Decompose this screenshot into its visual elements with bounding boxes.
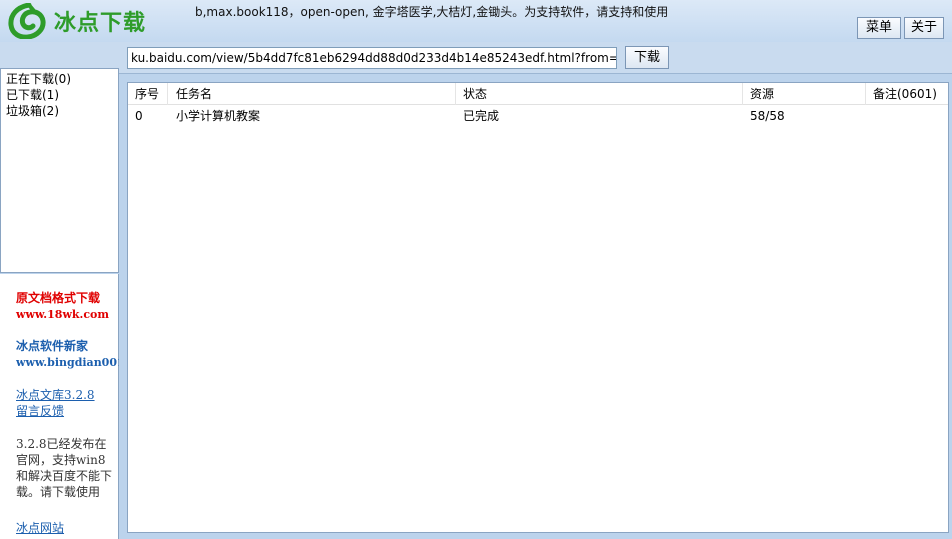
download-button[interactable]: 下载 — [625, 46, 669, 69]
column-header-index[interactable]: 序号 — [128, 83, 168, 105]
about-button[interactable]: 关于 — [904, 17, 944, 39]
website-link[interactable]: 冰点网站 — [16, 519, 64, 536]
app-header: 冰点下载 b,max.book118，open-open, 金字塔医学,大桔灯,… — [0, 0, 952, 42]
promo-panel: 原文档格式下载 www.18wk.com 冰点软件新家 www.bingdian… — [0, 274, 119, 539]
sidebar-item-downloading[interactable]: 正在下载(0) — [1, 71, 118, 87]
notice-text: b,max.book118，open-open, 金字塔医学,大桔灯,金锄头。为… — [195, 5, 669, 19]
column-header-note[interactable]: 备注(0601) — [866, 83, 950, 105]
app-name: 冰点下载 — [54, 11, 147, 36]
news-text: 3.2.8已经发布在官网，支持win8和解决百度不能下载。请下载使用 — [16, 437, 113, 499]
table-row[interactable]: 0 小学计算机教案 已完成 58/58 — [128, 105, 948, 127]
task-table: 序号 任务名 状态 资源 备注(0601) 0 小学计算机教案 已完成 58/5… — [127, 82, 949, 533]
promo-url-blue: www.bingdian001.com — [16, 356, 119, 369]
sidebar-item-trash[interactable]: 垃圾箱(2) — [1, 103, 118, 119]
feedback-link[interactable]: 留言反馈 — [16, 402, 64, 419]
cell-status: 已完成 — [463, 109, 500, 123]
cell-task-name: 小学计算机教案 — [176, 109, 261, 123]
sidebar-nav: 正在下载(0) 已下载(1) 垃圾箱(2) — [0, 68, 119, 273]
bingdian-logo-icon — [8, 3, 46, 39]
cell-note — [866, 105, 950, 127]
promo-title-red: 原文档格式下载 — [16, 291, 101, 305]
column-header-task-name[interactable]: 任务名 — [169, 83, 456, 105]
cell-resource: 58/58 — [750, 109, 785, 123]
column-header-status[interactable]: 状态 — [456, 83, 743, 105]
table-header: 序号 任务名 状态 资源 备注(0601) — [128, 83, 948, 105]
url-input[interactable]: ku.baidu.com/view/5b4dd7fc81eb6294dd88d0… — [127, 47, 617, 69]
menu-button[interactable]: 菜单 — [857, 17, 901, 39]
cell-index: 0 — [135, 109, 143, 123]
address-bar: ku.baidu.com/view/5b4dd7fc81eb6294dd88d0… — [0, 42, 952, 74]
version-link[interactable]: 冰点文库3.2.8 — [16, 386, 95, 403]
sidebar-item-downloaded[interactable]: 已下载(1) — [1, 87, 118, 103]
promo-title-blue: 冰点软件新家 — [16, 339, 89, 353]
column-header-resource[interactable]: 资源 — [743, 83, 866, 105]
promo-url-red: www.18wk.com — [16, 308, 110, 321]
